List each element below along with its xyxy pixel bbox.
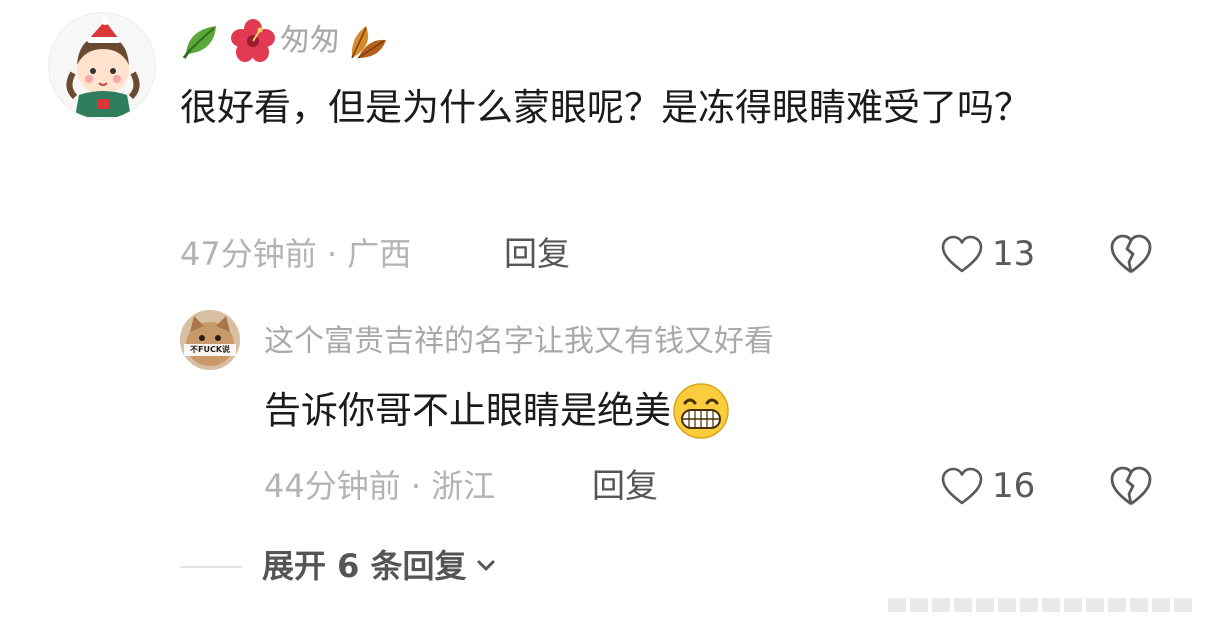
cartoon-girl-avatar-icon [66,17,140,117]
replier-avatar[interactable]: 不FUCK说 [180,310,240,370]
comment-text: 很好看，但是为什么蒙眼呢？是冻得眼睛难受了吗？ [180,86,1031,129]
cat-meme-avatar-icon [180,310,240,370]
reply-to-reply-button[interactable]: 回复 [592,466,658,506]
comment-time-location: 47分钟前 · 广西 [180,235,412,273]
broken-heart-icon [1110,466,1152,506]
like-button[interactable]: 13 [940,234,1035,274]
heart-icon [941,467,983,505]
reply-like-button[interactable]: 16 [940,466,1035,506]
reply-text-row: 告诉你哥不止眼睛是绝美 [264,376,731,446]
hibiscus-icon [230,18,276,64]
like-count: 13 [992,234,1036,274]
expand-divider [180,566,242,568]
reply-text: 告诉你哥不止眼睛是绝美 [264,389,671,432]
reply-dislike-button[interactable] [1108,464,1154,512]
heart-icon [941,235,983,273]
leaf-icon [180,18,226,64]
replier-username[interactable]: 这个富贵吉祥的名字让我又有钱又好看 [264,322,774,362]
commenter-username-text: 匆匆 [280,23,340,58]
dislike-button[interactable] [1108,232,1154,280]
chevron-down-icon [477,560,495,571]
reply-like-count: 16 [992,466,1036,506]
autumn-leaf-icon [344,18,390,64]
expand-replies-label: 展开 6 条回复 [262,547,467,585]
watermark-graphic [888,598,1192,612]
commenter-avatar[interactable] [48,12,156,120]
broken-heart-icon [1110,234,1152,274]
reply-time-location: 44分钟前 · 浙江 [264,467,496,505]
avatar-caption: 不FUCK说 [189,345,231,354]
grin-emoji-icon [671,381,731,441]
commenter-username[interactable]: 匆匆 [180,18,390,64]
expand-replies-button[interactable]: 展开 6 条回复 [262,546,499,586]
reply-button[interactable]: 回复 [504,234,570,274]
